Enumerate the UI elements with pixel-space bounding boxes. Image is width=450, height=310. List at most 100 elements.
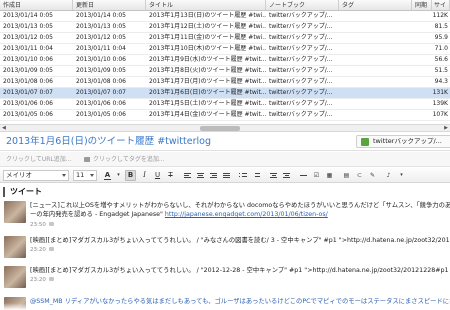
column-header-notebook[interactable]: ノートブック xyxy=(266,0,339,10)
cell-updated: 2013/01/07 0:07 xyxy=(76,89,126,96)
cell-tags xyxy=(339,55,412,65)
tag-input[interactable]: クリックしてタグを追加... xyxy=(84,154,165,165)
cell-created: 2013/01/10 0:06 xyxy=(3,56,53,63)
attachment-icon[interactable]: ✎ xyxy=(367,170,378,181)
avatar xyxy=(4,236,26,258)
font-family-value: メイリオ xyxy=(6,171,32,179)
horizontal-scrollbar[interactable]: ◀ ▶ xyxy=(0,124,450,132)
align-center-icon[interactable] xyxy=(195,170,206,181)
align-justify-icon[interactable] xyxy=(221,170,232,181)
text-color-dropdown-icon[interactable]: ▾ xyxy=(113,170,124,181)
scroll-fade xyxy=(0,303,450,310)
cell-notebook: twitterバックアップ/... xyxy=(269,78,333,85)
cell-notebook: twitterバックアップ/... xyxy=(269,23,333,30)
scroll-left-icon[interactable]: ◀ xyxy=(2,125,6,132)
cell-size: 131K xyxy=(432,89,448,96)
indent-icon[interactable] xyxy=(281,170,292,181)
cell-sync xyxy=(412,99,432,109)
strikethrough-button[interactable]: T xyxy=(165,170,176,181)
cell-tags xyxy=(339,33,412,43)
cell-size: 112K xyxy=(432,12,448,19)
cell-notebook: twitterバックアップ/... xyxy=(269,111,333,118)
retweet-icon xyxy=(48,277,54,281)
outdent-icon[interactable] xyxy=(268,170,279,181)
table-row[interactable]: 2013/01/14 0:05 2013/01/14 0:05 2013年1月13日… xyxy=(0,11,450,22)
tweet-text-line: [映画][まとめ]マダガスカル3がちょい入っててうれしい。 / "2012-12… xyxy=(30,267,449,274)
note-body[interactable]: ツイート [ニュース]これ以上OSを増やすメリットがわからないし、それがわからな… xyxy=(0,184,450,310)
underline-button[interactable]: U xyxy=(152,170,163,181)
numbered-list-icon[interactable] xyxy=(251,170,262,181)
column-header-created[interactable]: 作成日 xyxy=(0,0,73,10)
link-icon[interactable]: ⊂ xyxy=(354,170,365,181)
notes-table: 作成日 更新日 タイトル ノートブック タグ 同期 サイ 2013/01/14 … xyxy=(0,0,450,124)
tweet-time: 23:20 xyxy=(30,277,54,283)
cell-title: 2013年1月9日(水)のツイート履歴 #twit... xyxy=(149,56,266,63)
column-header-tags[interactable]: タグ xyxy=(339,0,412,10)
table-row[interactable]: 2013/01/10 0:06 2013/01/10 0:06 2013年1月9日(… xyxy=(0,55,450,66)
column-header-updated[interactable]: 更新日 xyxy=(73,0,146,10)
align-left-icon[interactable] xyxy=(182,170,193,181)
text-color-button[interactable]: A xyxy=(102,170,113,181)
cell-title: 2013年1月5日(土)のツイート履歴 #twit... xyxy=(149,100,266,107)
note-title-bar: 2013年1月6日(日)のツイート履歴 #twitterlog twitterバ… xyxy=(0,133,450,151)
column-header-title[interactable]: タイトル xyxy=(146,0,266,10)
italic-button[interactable]: I xyxy=(139,170,150,181)
table-row[interactable]: 2013/01/13 0:05 2013/01/13 0:05 2013年1月12日… xyxy=(0,22,450,33)
cell-created: 2013/01/13 0:05 xyxy=(3,23,53,30)
table-row[interactable]: 2013/01/12 0:05 2013/01/12 0:05 2013年1月11日… xyxy=(0,33,450,44)
cell-created: 2013/01/11 0:04 xyxy=(3,45,53,52)
table-body: 2013/01/14 0:05 2013/01/14 0:05 2013年1月13日… xyxy=(0,11,450,121)
chevron-down-icon xyxy=(90,174,94,177)
url-input[interactable]: クリックしてURL追加... xyxy=(6,154,71,165)
cell-sync xyxy=(412,33,432,43)
column-header-sync[interactable]: 同期 xyxy=(412,0,432,10)
cell-updated: 2013/01/06 0:06 xyxy=(76,100,126,107)
notebook-selector[interactable]: twitterバックアップ/... xyxy=(356,135,450,148)
cell-notebook: twitterバックアップ/... xyxy=(269,34,333,41)
bold-button[interactable]: B xyxy=(125,170,136,181)
cell-size: 81.5 xyxy=(434,23,448,30)
cell-sync xyxy=(412,66,432,76)
note-title[interactable]: 2013年1月6日(日)のツイート履歴 #twitterlog xyxy=(6,135,211,149)
cell-title: 2013年1月8日(火)のツイート履歴 #twit... xyxy=(149,67,266,74)
bulleted-list-icon[interactable] xyxy=(238,170,249,181)
more-options-icon[interactable]: ▾ xyxy=(396,170,407,181)
cell-created: 2013/01/05 0:06 xyxy=(3,111,53,118)
cell-created: 2013/01/06 0:06 xyxy=(3,100,53,107)
cell-notebook: twitterバックアップ/... xyxy=(269,67,333,74)
encrypt-icon[interactable]: ▤ xyxy=(341,170,352,181)
cell-created: 2013/01/14 0:05 xyxy=(3,12,53,19)
tweet-time: 23:50 xyxy=(30,222,54,228)
cell-notebook: twitterバックアップ/... xyxy=(269,89,333,96)
cell-updated: 2013/01/10 0:06 xyxy=(76,56,126,63)
cell-sync xyxy=(412,55,432,65)
cell-title: 2013年1月11日(金)のツイート履歴 #twi... xyxy=(149,34,266,41)
table-row[interactable]: 2013/01/07 0:07 2013/01/07 0:07 2013年1月6日(… xyxy=(0,88,450,99)
scroll-right-icon[interactable]: ▶ xyxy=(444,125,448,132)
table-row[interactable]: 2013/01/06 0:06 2013/01/06 0:06 2013年1月5日(… xyxy=(0,99,450,110)
column-header-size[interactable]: サイ xyxy=(432,0,450,10)
cell-tags xyxy=(339,77,412,87)
cell-sync xyxy=(412,44,432,54)
table-row[interactable]: 2013/01/05 0:06 2013/01/05 0:06 2013年1月4日(… xyxy=(0,110,450,121)
cell-updated: 2013/01/05 0:06 xyxy=(76,111,126,118)
cell-tags xyxy=(339,88,412,98)
font-family-select[interactable]: メイリオ xyxy=(3,170,69,181)
table-icon[interactable]: ▦ xyxy=(324,170,335,181)
cell-title: 2013年1月6日(日)のツイート履歴 #twit... xyxy=(149,89,266,96)
horizontal-rule-icon[interactable] xyxy=(298,170,309,181)
tweet-link[interactable]: http://japanese.engadget.com/2013/01/06/… xyxy=(165,211,328,218)
checkbox-icon[interactable]: ☑ xyxy=(311,170,322,181)
tweet-text: [映画][まとめ]マダガスカル3がちょい入っててうれしい。 / "2012-12… xyxy=(30,266,449,275)
align-right-icon[interactable] xyxy=(208,170,219,181)
font-size-select[interactable]: 11 xyxy=(73,170,97,181)
scrollbar-thumb[interactable] xyxy=(200,126,240,131)
cell-updated: 2013/01/13 0:05 xyxy=(76,23,126,30)
table-row[interactable]: 2013/01/08 0:06 2013/01/08 0:06 2013年1月7日(… xyxy=(0,77,450,88)
tweet-text-line: ーの年内発売を認める - Engadget Japanese" xyxy=(30,211,163,218)
cell-size: 139K xyxy=(432,100,448,107)
microphone-icon[interactable]: ♪ xyxy=(383,170,394,181)
table-row[interactable]: 2013/01/11 0:04 2013/01/11 0:04 2013年1月10日… xyxy=(0,44,450,55)
cell-size: 56.6 xyxy=(434,56,448,63)
table-row[interactable]: 2013/01/09 0:05 2013/01/09 0:05 2013年1月8日(… xyxy=(0,66,450,77)
